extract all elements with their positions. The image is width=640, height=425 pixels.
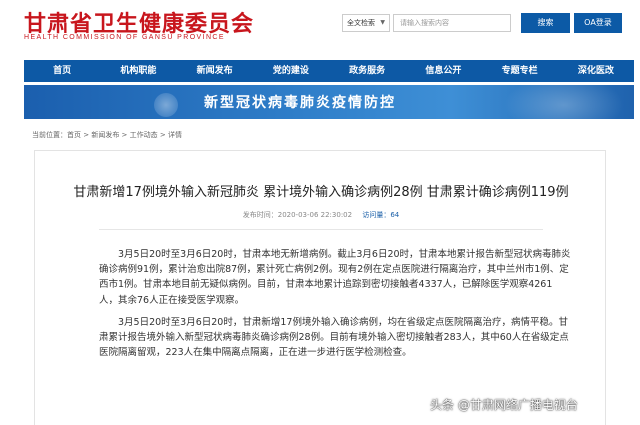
lung-graphic (504, 85, 624, 119)
nav-item-functions[interactable]: 机构职能 (100, 60, 176, 82)
view-count: 访问量：64 (362, 211, 399, 219)
search-scope-select[interactable]: 全文检索 ▼ (342, 14, 390, 32)
search-scope-label: 全文检索 (347, 19, 375, 27)
search-placeholder: 请输入搜索内容 (400, 19, 449, 27)
main-nav: 首页 机构职能 新闻发布 党的建设 政务服务 信息公开 专题专栏 深化医改 (24, 60, 634, 82)
search-input[interactable]: 请输入搜索内容 (393, 14, 511, 32)
article-title: 甘肃新增17例境外输入新冠肺炎 累计境外输入确诊病例28例 甘肃累计确诊病例11… (73, 185, 569, 200)
source-watermark: 头条 @甘肃网络广播电视台 (430, 398, 578, 412)
nav-item-topics[interactable]: 专题专栏 (482, 60, 558, 82)
chevron-down-icon: ▼ (380, 19, 385, 26)
nav-item-disclosure[interactable]: 信息公开 (405, 60, 481, 82)
nav-item-services[interactable]: 政务服务 (329, 60, 405, 82)
site-logo-subtitle: HEALTH COMMISSION OF GANSU PROVINCE (24, 34, 225, 41)
nav-item-reform[interactable]: 深化医改 (558, 60, 634, 82)
site-header: 甘肃省卫生健康委员会 HEALTH COMMISSION OF GANSU PR… (0, 0, 640, 58)
oa-login-button[interactable]: OA登录 (574, 13, 622, 33)
article-paragraph: 3月5日20时至3月6日20时，甘肃新增17例境外输入确诊病例，均在省级定点医院… (99, 317, 569, 359)
nav-item-party[interactable]: 党的建设 (253, 60, 329, 82)
nav-item-news[interactable]: 新闻发布 (177, 60, 253, 82)
view-count-value: 64 (390, 211, 400, 219)
banner-title: 新型冠状病毒肺炎疫情防控 (204, 95, 396, 111)
breadcrumb[interactable]: 当前位置：首页 > 新闻发布 > 工作动态 > 详情 (32, 130, 182, 140)
article-paragraph: 3月5日20时至3月6日20时，甘肃本地无新增病例。截止3月6日20时，甘肃本地… (99, 249, 571, 306)
article-panel: 甘肃新增17例境外输入新冠肺炎 累计境外输入确诊病例28例 甘肃累计确诊病例11… (34, 150, 606, 425)
view-count-label: 访问量： (362, 211, 391, 219)
nav-item-home[interactable]: 首页 (24, 60, 100, 82)
epidemic-banner[interactable]: 新型冠状病毒肺炎疫情防控 (24, 85, 634, 119)
search-button[interactable]: 搜索 (521, 13, 570, 33)
virus-icon (154, 93, 178, 117)
title-divider (99, 229, 543, 230)
publish-time: 发布时间：2020-03-06 22:30:02 (242, 211, 353, 219)
article-meta: 发布时间：2020-03-06 22:30:02 访问量：64 (35, 210, 607, 220)
